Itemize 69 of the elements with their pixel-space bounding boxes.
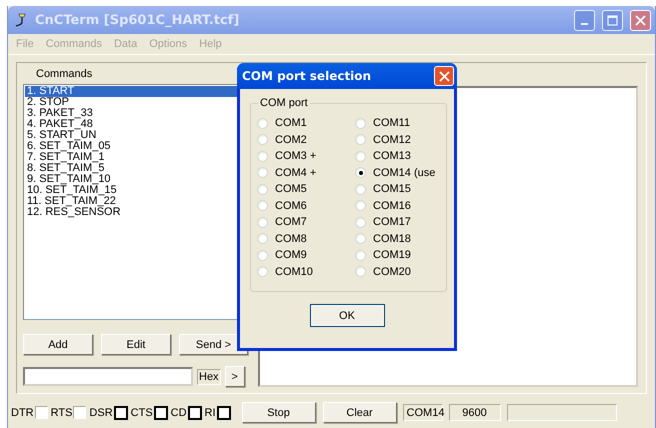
radio-button[interactable] bbox=[257, 167, 268, 178]
radio-button[interactable] bbox=[257, 266, 268, 278]
signal-label: RTS bbox=[50, 406, 72, 418]
port-label: COM10 bbox=[275, 266, 313, 278]
port-label: COM6 bbox=[275, 200, 307, 212]
add-button[interactable]: Add bbox=[23, 334, 93, 355]
port-label: COM1 bbox=[275, 117, 307, 130]
close-button[interactable] bbox=[434, 66, 454, 86]
radio-button[interactable] bbox=[355, 216, 366, 228]
port-label: COM3 + bbox=[275, 150, 316, 162]
port-label: COM4 + bbox=[275, 166, 316, 179]
radio-button[interactable] bbox=[257, 118, 268, 129]
port-label: COM16 bbox=[373, 200, 411, 212]
window-title: CnCTerm [Sp601C_HART.tcf] bbox=[35, 12, 240, 28]
stop-button[interactable]: Stop bbox=[242, 402, 316, 423]
radio-button[interactable] bbox=[355, 266, 366, 278]
radio-button[interactable] bbox=[355, 167, 366, 178]
edit-button[interactable]: Edit bbox=[101, 334, 171, 355]
radio-button[interactable] bbox=[257, 250, 268, 261]
close-icon bbox=[635, 14, 646, 26]
baud-panel: 9600 bbox=[448, 404, 501, 421]
close-icon bbox=[438, 70, 450, 82]
port-label: COM15 bbox=[373, 183, 411, 196]
port-label: COM19 bbox=[373, 249, 411, 262]
radio-button[interactable] bbox=[257, 233, 268, 244]
minimize-icon bbox=[581, 23, 588, 25]
minimize-button[interactable] bbox=[574, 10, 595, 30]
radio-button[interactable] bbox=[355, 134, 366, 146]
radio-button[interactable] bbox=[257, 150, 268, 162]
radio-button[interactable] bbox=[355, 200, 366, 212]
radio-button[interactable] bbox=[355, 150, 366, 162]
hex-label: Hex bbox=[197, 368, 221, 384]
radio-button[interactable] bbox=[355, 118, 366, 129]
dialog-title: COM port selection bbox=[242, 69, 372, 83]
port-panel: COM14 bbox=[402, 404, 443, 421]
port-label: COM12 bbox=[373, 134, 411, 146]
command-input[interactable] bbox=[23, 367, 193, 386]
signal-checkbox[interactable] bbox=[34, 406, 48, 419]
port-label: COM20 bbox=[373, 266, 411, 278]
port-label: COM8 bbox=[275, 232, 307, 245]
maximize-icon bbox=[607, 14, 618, 26]
radio-button[interactable] bbox=[257, 134, 268, 146]
radio-button[interactable] bbox=[257, 216, 268, 228]
port-label: COM13 bbox=[373, 150, 411, 162]
port-label: COM11 bbox=[373, 117, 410, 130]
signal-label: CD bbox=[170, 406, 187, 418]
signal-label: RI bbox=[204, 406, 216, 418]
close-button[interactable] bbox=[630, 10, 651, 30]
radio-button[interactable] bbox=[355, 250, 366, 261]
signal-label: DTR bbox=[11, 406, 34, 418]
send-line-button[interactable]: > bbox=[224, 366, 245, 387]
signal-label: CTS bbox=[130, 406, 153, 418]
radio-button[interactable] bbox=[257, 184, 268, 195]
port-label: COM5 bbox=[275, 183, 307, 196]
group-label: COM port bbox=[259, 97, 309, 109]
clear-button[interactable]: Clear bbox=[322, 402, 397, 423]
ok-button[interactable]: OK bbox=[310, 304, 384, 327]
port-label: COM2 bbox=[275, 134, 307, 146]
signal-label: DSR bbox=[89, 406, 113, 418]
signal-checkbox[interactable] bbox=[73, 406, 86, 419]
radio-button[interactable] bbox=[257, 200, 268, 212]
port-label: COM9 bbox=[275, 249, 307, 262]
port-label: COM18 bbox=[373, 232, 411, 245]
radio-button[interactable] bbox=[355, 184, 366, 195]
maximize-button[interactable] bbox=[602, 10, 623, 30]
port-label: COM7 bbox=[275, 216, 307, 228]
port-label: COM17 bbox=[373, 216, 411, 228]
radio-button[interactable] bbox=[355, 233, 366, 244]
port-label: COM14 (use bbox=[373, 166, 436, 179]
